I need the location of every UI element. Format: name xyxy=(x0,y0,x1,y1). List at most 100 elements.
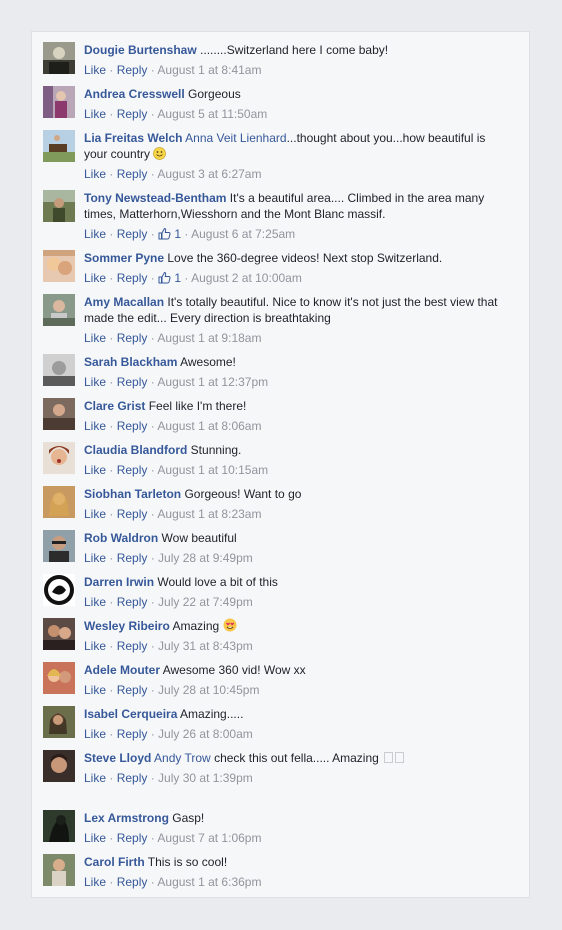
like-button[interactable]: Like xyxy=(84,167,106,181)
comments-panel: Dougie Burtenshaw ........Switzerland he… xyxy=(31,31,530,898)
like-button[interactable]: Like xyxy=(84,63,106,77)
like-button[interactable]: Like xyxy=(84,419,106,433)
comment-author[interactable]: Carol Firth xyxy=(84,855,145,869)
comment-timestamp[interactable]: August 1 at 8:23am xyxy=(157,507,261,521)
reply-button[interactable]: Reply xyxy=(117,167,148,181)
comment-timestamp[interactable]: August 1 at 12:37pm xyxy=(157,375,268,389)
reply-button[interactable]: Reply xyxy=(117,639,148,653)
thumbs-up-icon[interactable] xyxy=(158,227,171,240)
comment-text: Love the 360-degree videos! Next stop Sw… xyxy=(164,251,443,265)
reply-button[interactable]: Reply xyxy=(117,683,148,697)
comment-timestamp[interactable]: July 28 at 10:45pm xyxy=(158,683,259,697)
reply-button[interactable]: Reply xyxy=(117,107,148,121)
reply-button[interactable]: Reply xyxy=(117,831,148,845)
comment-author[interactable]: Rob Waldron xyxy=(84,531,158,545)
comment-timestamp[interactable]: August 5 at 11:50am xyxy=(157,107,267,121)
comment-timestamp[interactable]: July 28 at 9:49pm xyxy=(158,551,253,565)
comment-timestamp[interactable]: August 1 at 6:36pm xyxy=(157,875,261,889)
comment-timestamp[interactable]: August 1 at 10:15am xyxy=(157,463,268,477)
comment-author[interactable]: Dougie Burtenshaw xyxy=(84,43,197,57)
reply-button[interactable]: Reply xyxy=(117,463,148,477)
reply-button[interactable]: Reply xyxy=(117,507,148,521)
comment-timestamp[interactable]: August 1 at 9:18am xyxy=(157,331,261,345)
comment-author[interactable]: Claudia Blandford xyxy=(84,443,187,457)
like-button[interactable]: Like xyxy=(84,639,106,653)
avatar[interactable] xyxy=(43,530,75,562)
comment-author[interactable]: Siobhan Tarleton xyxy=(84,487,181,501)
like-button[interactable]: Like xyxy=(84,551,106,565)
avatar[interactable] xyxy=(43,750,75,782)
avatar[interactable] xyxy=(43,130,75,162)
like-button[interactable]: Like xyxy=(84,727,106,741)
comment-author[interactable]: Lex Armstrong xyxy=(84,811,169,825)
mention-link[interactable]: Anna Veit Lienhard xyxy=(185,131,286,145)
like-button[interactable]: Like xyxy=(84,271,106,285)
thumbs-up-icon[interactable] xyxy=(158,271,171,284)
like-button[interactable]: Like xyxy=(84,375,106,389)
avatar[interactable] xyxy=(43,854,75,886)
reply-button[interactable]: Reply xyxy=(117,63,148,77)
comment-author[interactable]: Tony Newstead-Bentham xyxy=(84,191,226,205)
comment-author[interactable]: Darren Irwin xyxy=(84,575,154,589)
comment-author[interactable]: Wesley Ribeiro xyxy=(84,619,170,633)
like-button[interactable]: Like xyxy=(84,683,106,697)
comment-timestamp[interactable]: August 3 at 6:27am xyxy=(157,167,261,181)
reply-button[interactable]: Reply xyxy=(117,331,148,345)
comment-author[interactable]: Sommer Pyne xyxy=(84,251,164,265)
comment-author[interactable]: Andrea Cresswell xyxy=(84,87,185,101)
comment-timestamp[interactable]: August 2 at 10:00am xyxy=(191,271,302,285)
reply-button[interactable]: Reply xyxy=(117,771,148,785)
avatar[interactable] xyxy=(43,618,75,650)
avatar[interactable] xyxy=(43,662,75,694)
reply-button[interactable]: Reply xyxy=(117,875,148,889)
avatar[interactable] xyxy=(43,86,75,118)
reply-button[interactable]: Reply xyxy=(117,551,148,565)
comment-timestamp[interactable]: August 1 at 8:06am xyxy=(157,419,261,433)
reply-button[interactable]: Reply xyxy=(117,727,148,741)
comment-author[interactable]: Steve Lloyd xyxy=(84,751,151,765)
like-button[interactable]: Like xyxy=(84,107,106,121)
mention-link[interactable]: Andy Trow xyxy=(154,751,211,765)
comment-actions: Like · Reply · July 31 at 8:43pm xyxy=(84,639,253,653)
reply-button[interactable]: Reply xyxy=(117,419,148,433)
avatar[interactable] xyxy=(43,442,75,474)
like-button[interactable]: Like xyxy=(84,595,106,609)
comment-timestamp[interactable]: July 22 at 7:49pm xyxy=(158,595,253,609)
comment-timestamp[interactable]: August 7 at 1:06pm xyxy=(157,831,261,845)
comment-author[interactable]: Lia Freitas Welch xyxy=(84,131,182,145)
reply-button[interactable]: Reply xyxy=(117,375,148,389)
avatar[interactable] xyxy=(43,190,75,222)
avatar[interactable] xyxy=(43,574,75,606)
reply-button[interactable]: Reply xyxy=(117,227,148,241)
like-button[interactable]: Like xyxy=(84,771,106,785)
comment-timestamp[interactable]: August 1 at 8:41am xyxy=(157,63,261,77)
like-button[interactable]: Like xyxy=(84,463,106,477)
comment-author[interactable]: Clare Grist xyxy=(84,399,145,413)
comment-timestamp[interactable]: August 6 at 7:25am xyxy=(191,227,295,241)
comment-timestamp[interactable]: July 26 at 8:00am xyxy=(158,727,253,741)
comment-timestamp[interactable]: July 30 at 1:39pm xyxy=(158,771,253,785)
comment-actions: Like · Reply · July 22 at 7:49pm xyxy=(84,595,253,609)
comment-actions: Like · Reply · August 7 at 1:06pm xyxy=(84,831,262,845)
avatar[interactable] xyxy=(43,294,75,326)
comment-author[interactable]: Amy Macallan xyxy=(84,295,164,309)
comment-author[interactable]: Isabel Cerqueira xyxy=(84,707,177,721)
comment-text: Amazing..... xyxy=(177,707,244,721)
comment-timestamp[interactable]: July 31 at 8:43pm xyxy=(158,639,253,653)
comment-author[interactable]: Sarah Blackham xyxy=(84,355,177,369)
like-button[interactable]: Like xyxy=(84,227,106,241)
like-button[interactable]: Like xyxy=(84,831,106,845)
avatar[interactable] xyxy=(43,250,75,282)
avatar[interactable] xyxy=(43,398,75,430)
like-button[interactable]: Like xyxy=(84,331,106,345)
avatar[interactable] xyxy=(43,486,75,518)
avatar[interactable] xyxy=(43,42,75,74)
avatar[interactable] xyxy=(43,706,75,738)
avatar[interactable] xyxy=(43,354,75,386)
avatar[interactable] xyxy=(43,810,75,842)
like-button[interactable]: Like xyxy=(84,875,106,889)
comment-author[interactable]: Adele Mouter xyxy=(84,663,160,677)
reply-button[interactable]: Reply xyxy=(117,271,148,285)
reply-button[interactable]: Reply xyxy=(117,595,148,609)
like-button[interactable]: Like xyxy=(84,507,106,521)
